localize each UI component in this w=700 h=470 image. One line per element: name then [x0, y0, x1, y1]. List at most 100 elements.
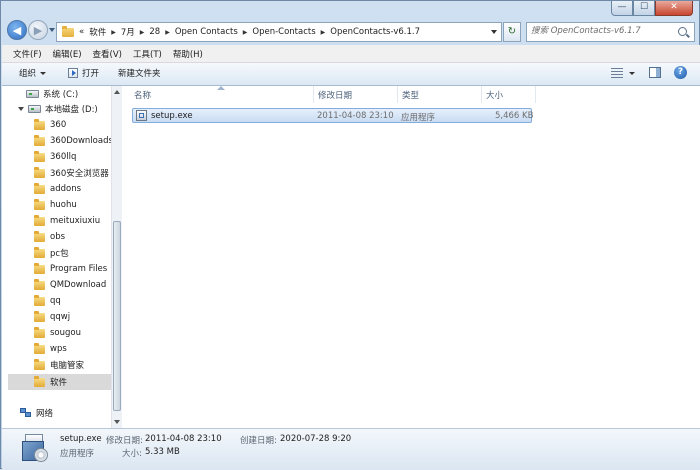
scroll-up-icon[interactable] [114, 90, 120, 94]
nav-item-folder[interactable]: qq [34, 293, 61, 309]
network-icon [20, 408, 32, 418]
nav-item-folder[interactable]: 360Downloads [34, 133, 113, 149]
column-header-type[interactable]: 类型 [398, 86, 482, 103]
nav-item-folder[interactable]: obs [34, 229, 65, 245]
menu-view[interactable]: 查看(V) [93, 48, 122, 60]
file-modified: 2011-04-08 23:10 [317, 111, 394, 121]
address-history-dropdown[interactable] [491, 30, 497, 34]
folder-icon [34, 182, 45, 194]
view-dropdown[interactable] [629, 72, 635, 75]
nav-item-label: sougou [50, 328, 81, 338]
maximize-button[interactable]: ☐ [633, 1, 655, 16]
column-header-label: 修改日期 [318, 90, 353, 101]
chevron-right-icon[interactable]: ▶ [165, 29, 170, 36]
file-size: 5,466 KB [495, 111, 534, 121]
file-type: 应用程序 [401, 113, 436, 123]
nav-item-folder[interactable]: QMDownload [34, 277, 106, 293]
drive-icon [26, 90, 39, 98]
details-created-value: 2020-07-28 9:20 [280, 434, 352, 444]
forward-button[interactable]: ▶ [28, 20, 48, 40]
nav-item-network[interactable]: 网络 [20, 405, 53, 421]
search-box[interactable] [526, 22, 695, 42]
nav-item-folder[interactable]: sougou [34, 325, 81, 341]
nav-item-drive-c[interactable]: 系统 (C:) [26, 86, 78, 102]
nav-item-folder[interactable]: huohu [34, 197, 77, 213]
navigation-pane: 系统 (C:) 本地磁盘 (D:) 360 360Downloads 360ll… [2, 86, 113, 428]
folder-icon [34, 230, 45, 242]
address-bar[interactable]: « 软件 ▶ 7月 ▶ 28 ▶ Open Contacts ▶ Open-Co… [56, 22, 502, 42]
breadcrumb-item[interactable]: Open-Contacts [252, 27, 315, 37]
breadcrumb-item[interactable]: 软件 [89, 26, 106, 38]
breadcrumb-item[interactable]: Open Contacts [175, 27, 238, 37]
minimize-button[interactable]: — [611, 1, 633, 16]
search-icon[interactable] [678, 27, 687, 36]
folder-icon [62, 25, 74, 37]
chevron-right-icon[interactable]: ▶ [243, 29, 248, 36]
nav-item-folder[interactable]: Program Files [34, 261, 107, 277]
folder-icon [34, 294, 45, 306]
menu-tools[interactable]: 工具(T) [133, 48, 162, 60]
nav-item-folder[interactable]: 360llq [34, 149, 76, 165]
chevron-right-icon[interactable]: ▶ [140, 29, 145, 36]
open-label: 打开 [82, 69, 100, 79]
nav-item-folder[interactable]: 360安全浏览器 [34, 165, 111, 181]
nav-item-folder[interactable]: meituxiuxiu [34, 213, 100, 229]
view-options-icon[interactable] [611, 68, 623, 78]
folder-icon [34, 134, 45, 146]
nav-item-label: 360 [50, 120, 67, 130]
file-name: setup.exe [151, 111, 193, 121]
nav-item-label: QMDownload [50, 280, 107, 290]
refresh-button[interactable]: ↻ [503, 22, 521, 42]
nav-item-folder[interactable]: 360 [34, 117, 66, 133]
preview-pane-icon[interactable] [649, 67, 661, 78]
nav-item-label: wps [50, 344, 67, 354]
nav-item-folder[interactable]: addons [34, 181, 81, 197]
column-header-modified[interactable]: 修改日期 [314, 86, 398, 103]
help-icon[interactable]: ? [674, 66, 687, 79]
nav-item-label: 系统 (C:) [43, 90, 79, 100]
menu-file[interactable]: 文件(F) [13, 48, 42, 60]
details-created-label: 创建日期: [240, 436, 277, 446]
file-list: 名称 修改日期 类型 大小 setup.exe 2011-04-08 23:10… [122, 86, 700, 428]
menu-edit[interactable]: 编辑(E) [53, 48, 82, 60]
nav-item-folder-selected[interactable]: 软件 [8, 374, 111, 390]
breadcrumb-item[interactable]: 7月 [121, 26, 135, 38]
window-controls: — ☐ ✕ [611, 1, 693, 17]
application-icon [136, 110, 147, 121]
nav-item-label: obs [50, 232, 66, 242]
nav-item-folder[interactable]: wps [34, 341, 67, 357]
nav-item-label: meituxiuxiu [50, 216, 101, 226]
file-row[interactable]: setup.exe 2011-04-08 23:10 应用程序 5,466 KB [132, 108, 534, 123]
column-header-size[interactable]: 大小 [482, 86, 536, 103]
breadcrumb-overflow[interactable]: « [79, 27, 84, 37]
folder-icon [34, 150, 45, 162]
folder-icon [34, 326, 45, 338]
close-button[interactable]: ✕ [655, 1, 693, 16]
details-size-value: 5.33 MB [145, 447, 180, 457]
nav-item-folder[interactable]: 电脑管家 [34, 357, 84, 373]
drive-icon [28, 105, 41, 113]
chevron-right-icon[interactable]: ▶ [111, 29, 116, 36]
nav-scrollbar[interactable] [111, 86, 122, 428]
new-folder-button[interactable]: 新建文件夹 [118, 67, 161, 79]
organize-button[interactable]: 组织 [19, 67, 47, 79]
chevron-right-icon[interactable]: ▶ [321, 29, 326, 36]
nav-item-folder[interactable]: qqwj [34, 309, 70, 325]
explorer-window: ◀ ▶ « 软件 ▶ 7月 ▶ 28 ▶ Open Contacts ▶ Ope… [0, 0, 700, 470]
expand-arrow-icon[interactable] [18, 107, 24, 111]
refresh-icon: ↻ [507, 26, 517, 37]
scroll-down-icon[interactable] [114, 420, 120, 424]
recent-pages-dropdown[interactable] [49, 28, 55, 32]
breadcrumb-item[interactable]: 28 [149, 27, 160, 37]
search-input[interactable] [531, 26, 671, 36]
back-button[interactable]: ◀ [7, 20, 27, 40]
folder-icon [34, 310, 45, 322]
nav-item-drive-d[interactable]: 本地磁盘 (D:) [18, 101, 98, 117]
nav-item-folder[interactable]: pc包 [34, 245, 69, 261]
breadcrumb-current[interactable]: OpenContacts-v6.1.7 [330, 27, 420, 37]
nav-item-label: 本地磁盘 (D:) [45, 105, 98, 115]
column-header-label: 名称 [134, 90, 152, 101]
menu-help[interactable]: 帮助(H) [173, 48, 203, 60]
open-button[interactable]: 打开 [68, 67, 99, 79]
scroll-thumb[interactable] [113, 221, 121, 411]
